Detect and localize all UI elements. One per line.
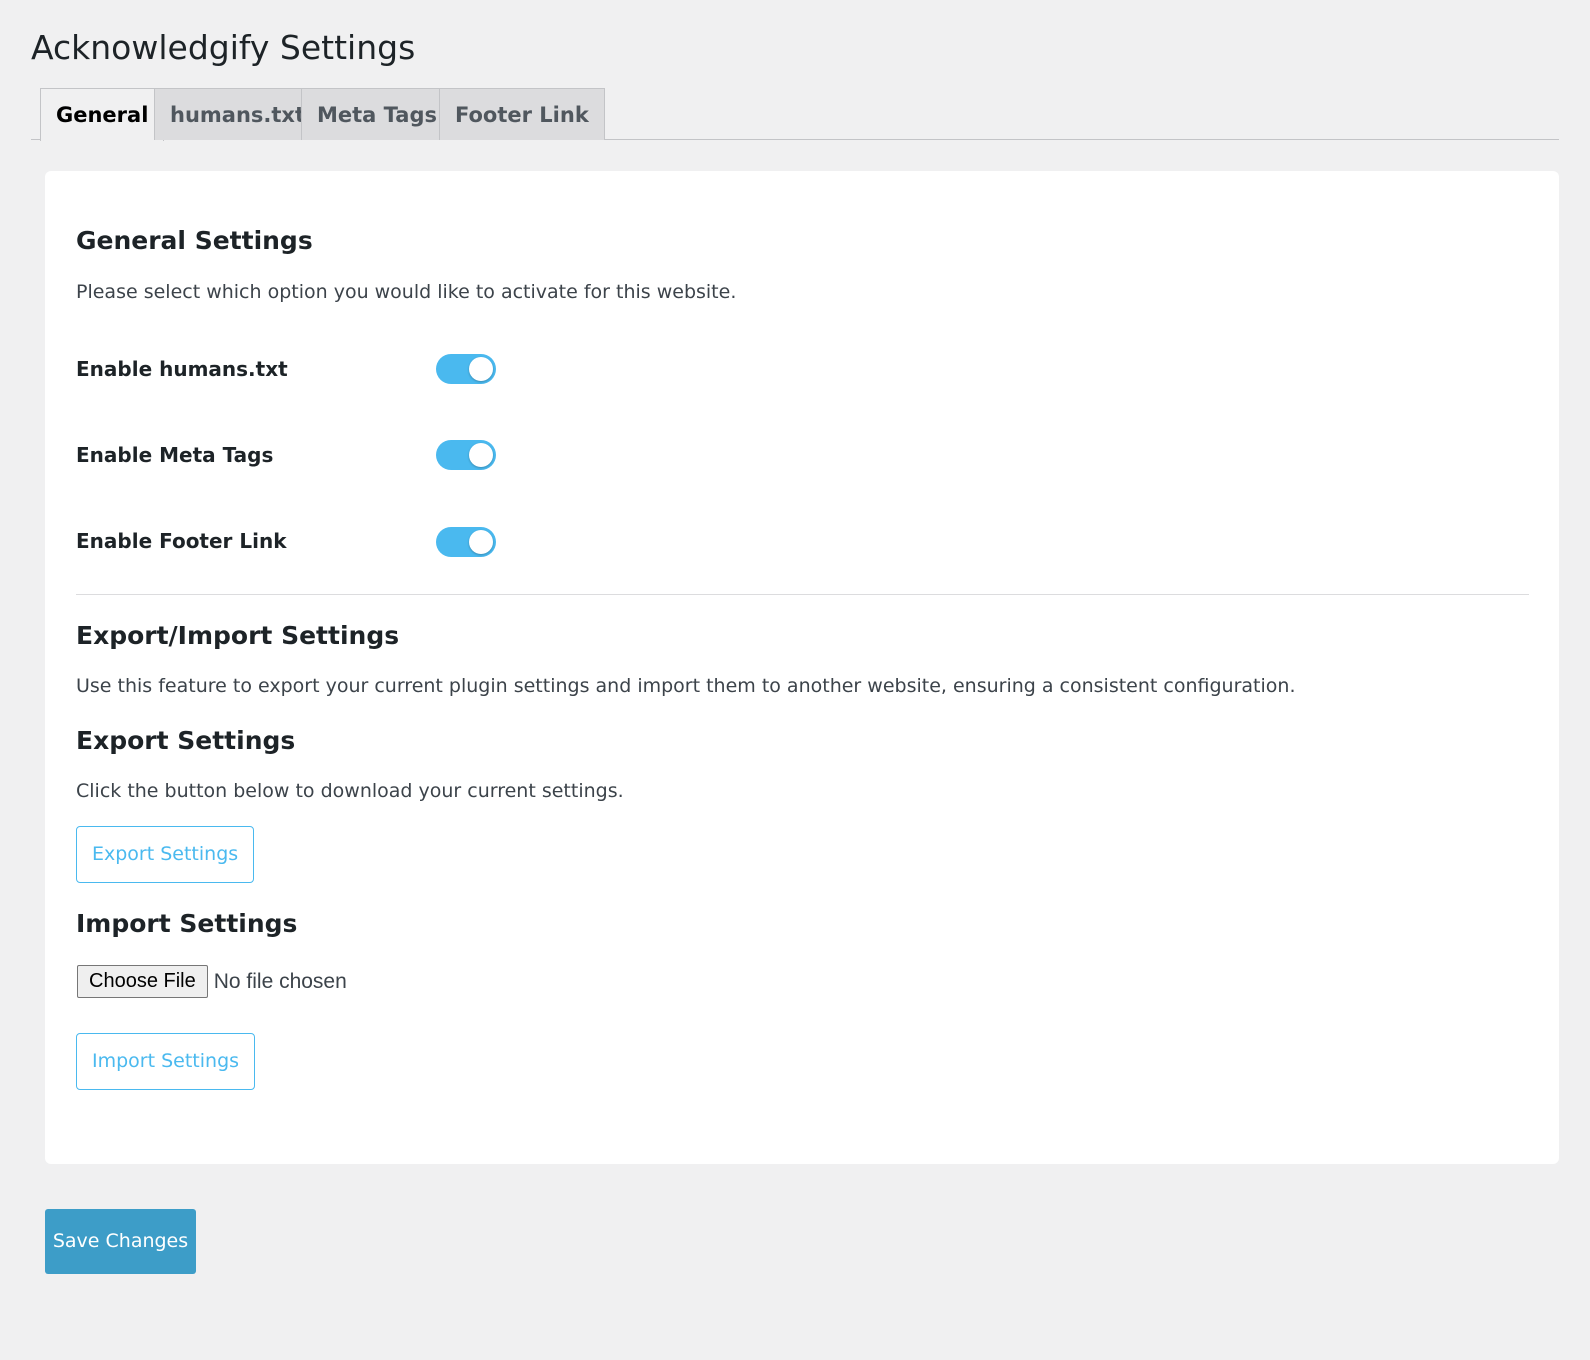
export-import-description: Use this feature to export your current … xyxy=(76,675,1296,697)
tab-footer-link[interactable]: Footer Link xyxy=(439,88,605,140)
enable-meta-tags-label: Enable Meta Tags xyxy=(76,443,274,467)
export-settings-description: Click the button below to download your … xyxy=(76,780,624,802)
page-title: Acknowledgify Settings xyxy=(31,28,416,67)
export-import-heading: Export/Import Settings xyxy=(76,621,400,650)
enable-humans-txt-label: Enable humans.txt xyxy=(76,357,288,381)
enable-meta-tags-toggle[interactable] xyxy=(436,440,496,470)
save-changes-button[interactable]: Save Changes xyxy=(45,1209,196,1274)
export-settings-heading: Export Settings xyxy=(76,726,296,755)
tab-general[interactable]: General xyxy=(40,88,165,141)
enable-footer-link-toggle[interactable] xyxy=(436,527,496,557)
general-settings-heading: General Settings xyxy=(76,226,313,255)
file-status-text: No file chosen xyxy=(213,969,347,993)
export-settings-button[interactable]: Export Settings xyxy=(76,826,255,883)
tab-humans-txt[interactable]: humans.txt xyxy=(154,88,322,140)
section-divider xyxy=(76,594,1529,595)
file-input: Choose File No file chosen xyxy=(77,965,347,999)
general-settings-description: Please select which option you would lik… xyxy=(76,281,737,303)
import-settings-button[interactable]: Import Settings xyxy=(76,1033,256,1090)
enable-humans-txt-toggle[interactable] xyxy=(436,354,496,384)
toggle-knob xyxy=(469,357,493,381)
toggle-knob xyxy=(469,443,493,467)
import-settings-heading: Import Settings xyxy=(76,909,298,938)
tab-bar: General humans.txt Meta Tags Footer Link xyxy=(31,88,1559,141)
settings-card: General Settings Please select which opt… xyxy=(45,171,1559,1164)
toggle-knob xyxy=(469,530,493,554)
tab-meta-tags[interactable]: Meta Tags xyxy=(301,88,453,140)
choose-file-button[interactable]: Choose File xyxy=(77,965,208,998)
enable-footer-link-label: Enable Footer Link xyxy=(76,529,287,553)
